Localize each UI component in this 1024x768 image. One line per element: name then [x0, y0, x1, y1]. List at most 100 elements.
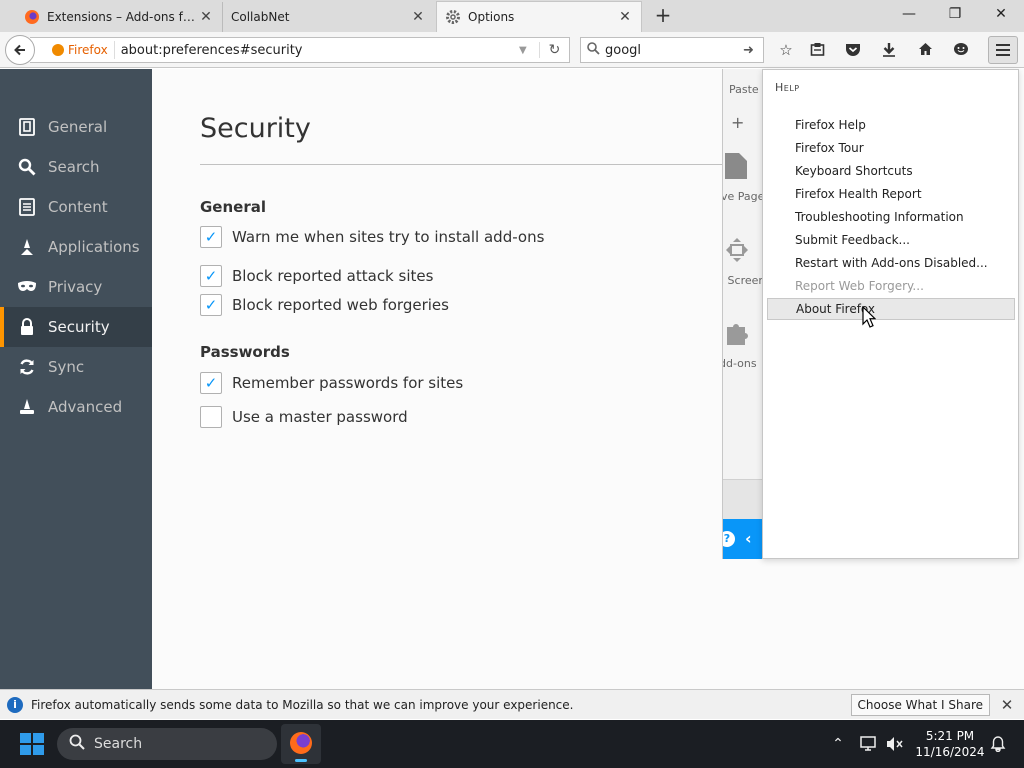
open-menu-button[interactable]	[988, 36, 1018, 64]
submit-feedback-item[interactable]: Submit Feedback...	[767, 229, 1015, 251]
pocket-icon[interactable]	[841, 38, 865, 62]
tray-chevron-icon[interactable]: ⌃	[828, 720, 848, 768]
checkbox-box[interactable]: ✓	[200, 294, 222, 316]
close-tab-icon[interactable]: ✕	[198, 9, 214, 25]
panel-footer	[723, 479, 762, 519]
save-page-button[interactable]: ve Page	[723, 190, 762, 203]
restore-button[interactable]: ❐	[932, 0, 978, 30]
reload-icon[interactable]: ↻	[539, 42, 569, 58]
help-question-icon[interactable]: ?	[723, 531, 735, 547]
sidebar-item-label: Content	[48, 198, 108, 216]
preferences-sidebar: General Search Content Applications Priv…	[0, 69, 152, 689]
firefox-icon	[290, 732, 312, 754]
sidebar-item-applications[interactable]: Applications	[0, 227, 152, 267]
taskbar-search-placeholder: Search	[94, 736, 143, 752]
privacy-mask-icon	[17, 277, 37, 297]
zoom-in-button[interactable]: +	[731, 113, 762, 132]
search-go-icon[interactable]: ➜	[743, 43, 763, 58]
sidebar-item-label: Sync	[48, 358, 85, 376]
minimize-button[interactable]: —	[886, 0, 932, 30]
identity-box[interactable]: Firefox	[42, 41, 115, 59]
search-icon	[581, 41, 605, 59]
tab-title: CollabNet	[231, 10, 290, 24]
general-icon	[17, 117, 37, 137]
block-web-forgeries-checkbox[interactable]: ✓ Block reported web forgeries	[200, 294, 449, 316]
checkbox-box[interactable]: ✓	[200, 265, 222, 287]
add-ons-button[interactable]: dd-ons	[723, 357, 759, 370]
checkbox-box[interactable]: ✓	[200, 226, 222, 248]
master-password-checkbox[interactable]: Use a master password	[200, 406, 408, 428]
identity-label: Firefox	[68, 43, 108, 57]
mouse-cursor-icon	[862, 306, 876, 328]
sidebar-item-search[interactable]: Search	[0, 147, 152, 187]
bookmarks-menu-icon[interactable]	[805, 38, 829, 62]
security-lock-icon	[17, 317, 37, 337]
windows-start-icon[interactable]	[20, 733, 44, 755]
tab-extensions[interactable]: Extensions – Add-ons for ... ✕	[16, 2, 222, 32]
tab-strip: Extensions – Add-ons for ... ✕ CollabNet…	[0, 0, 1024, 32]
passwords-heading: Passwords	[200, 343, 290, 361]
sidebar-item-label: Privacy	[48, 278, 103, 296]
network-icon[interactable]	[858, 720, 880, 768]
firefox-help-item[interactable]: Firefox Help	[767, 114, 1015, 136]
checkbox-label: Block reported web forgeries	[232, 296, 449, 314]
navigation-toolbar: Firefox about:preferences#security ▼ ↻ g…	[0, 32, 1024, 68]
downloads-icon[interactable]	[877, 38, 901, 62]
sync-icon	[17, 357, 37, 377]
clock-time: 5:21 PM	[925, 729, 975, 743]
search-input[interactable]: googl	[605, 43, 743, 58]
notifications-bell-icon[interactable]	[988, 720, 1008, 768]
gear-icon	[446, 10, 460, 24]
block-attack-sites-checkbox[interactable]: ✓ Block reported attack sites	[200, 265, 433, 287]
full-screen-button[interactable]: l Screen	[723, 274, 762, 287]
hello-chat-icon[interactable]	[949, 38, 973, 62]
url-dropdown-icon[interactable]: ▼	[519, 45, 539, 56]
close-tab-icon[interactable]: ✕	[410, 9, 426, 25]
close-tab-icon[interactable]: ✕	[617, 9, 633, 25]
sidebar-item-label: Security	[48, 318, 110, 336]
tab-collabnet[interactable]: CollabNet ✕	[222, 2, 434, 32]
url-input[interactable]: about:preferences#security	[115, 43, 519, 58]
choose-what-i-share-button[interactable]: Choose What I Share	[850, 693, 990, 716]
health-report-item[interactable]: Firefox Health Report	[767, 183, 1015, 205]
close-notification-icon[interactable]: ✕	[998, 696, 1016, 714]
checkbox-box[interactable]: ✓	[200, 372, 222, 394]
sidebar-item-sync[interactable]: Sync	[0, 347, 152, 387]
system-clock[interactable]: 5:21 PM 11/16/2024	[912, 728, 988, 760]
keyboard-shortcuts-item[interactable]: Keyboard Shortcuts	[767, 160, 1015, 182]
windows-taskbar: Search ⌃ 5:21 PM 11/16/2024	[0, 720, 1024, 768]
data-reporting-notification: i Firefox automatically sends some data …	[0, 689, 1024, 719]
checkbox-box[interactable]	[200, 406, 222, 428]
sidebar-item-label: Search	[48, 158, 100, 176]
close-window-button[interactable]: ✕	[978, 0, 1024, 30]
sidebar-item-advanced[interactable]: Advanced	[0, 387, 152, 427]
tab-options[interactable]: Options ✕	[436, 1, 642, 32]
checkbox-label: Block reported attack sites	[232, 267, 434, 285]
remember-passwords-checkbox[interactable]: ✓ Remember passwords for sites	[200, 372, 463, 394]
restart-addons-disabled-item[interactable]: Restart with Add-ons Disabled...	[767, 252, 1015, 274]
home-icon[interactable]	[913, 38, 937, 62]
warn-addons-checkbox[interactable]: ✓ Warn me when sites try to install add-…	[200, 226, 544, 248]
paste-button[interactable]: Paste	[729, 83, 762, 96]
new-tab-button[interactable]: +	[652, 4, 674, 28]
sidebar-item-privacy[interactable]: Privacy	[0, 267, 152, 307]
sidebar-item-content[interactable]: Content	[0, 187, 152, 227]
search-bar[interactable]: googl ➜	[580, 37, 764, 63]
troubleshooting-item[interactable]: Troubleshooting Information	[767, 206, 1015, 228]
sidebar-item-general[interactable]: General	[0, 107, 152, 147]
notification-text: Firefox automatically sends some data to…	[31, 697, 574, 712]
about-firefox-item[interactable]: About Firefox	[767, 298, 1015, 320]
firefox-tour-item[interactable]: Firefox Tour	[767, 137, 1015, 159]
taskbar-search-box[interactable]: Search	[57, 728, 277, 760]
help-subpanel: Help Firefox Help Firefox Tour Keyboard …	[762, 69, 1019, 559]
back-chevron-icon[interactable]: ‹	[745, 529, 752, 548]
url-bar[interactable]: Firefox about:preferences#security ▼ ↻	[30, 37, 570, 63]
report-web-forgery-item: Report Web Forgery...	[795, 279, 924, 293]
volume-muted-icon[interactable]	[884, 720, 906, 768]
taskbar-firefox-app[interactable]	[281, 724, 321, 764]
bookmark-star-icon[interactable]: ☆	[774, 38, 798, 62]
sidebar-item-security[interactable]: Security	[0, 307, 152, 347]
info-icon: i	[7, 696, 23, 713]
back-button[interactable]	[5, 35, 35, 65]
full-screen-icon	[725, 237, 762, 266]
